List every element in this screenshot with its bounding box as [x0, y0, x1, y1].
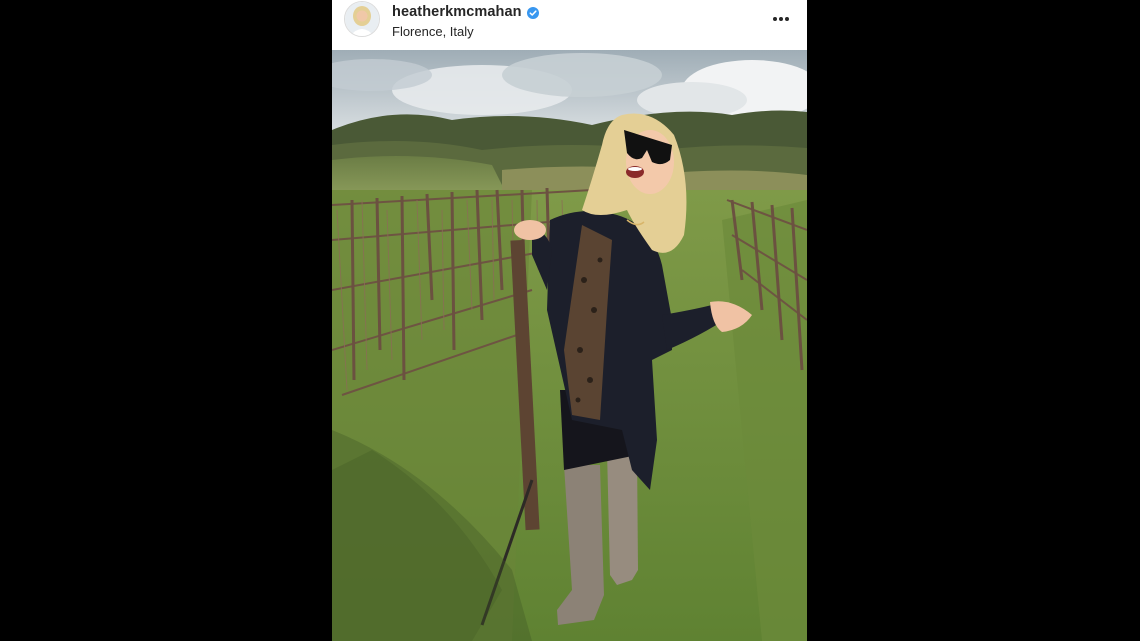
post-photo[interactable] — [332, 50, 807, 641]
video-frame: heatherkmcmahan Florence, Italy — [0, 0, 1140, 641]
more-options-button[interactable] — [769, 10, 793, 28]
verified-badge-icon — [526, 6, 539, 19]
more-horizontal-icon — [772, 17, 777, 21]
profile-avatar[interactable] — [344, 1, 380, 37]
username-link[interactable]: heatherkmcmahan — [392, 3, 539, 21]
username: heatherkmcmahan — [392, 4, 522, 20]
post-header: heatherkmcmahan Florence, Italy — [332, 0, 807, 50]
vineyard-photo — [332, 50, 807, 641]
location-link[interactable]: Florence, Italy — [392, 24, 474, 39]
avatar-image — [345, 2, 379, 36]
instagram-post: heatherkmcmahan Florence, Italy — [332, 0, 807, 641]
